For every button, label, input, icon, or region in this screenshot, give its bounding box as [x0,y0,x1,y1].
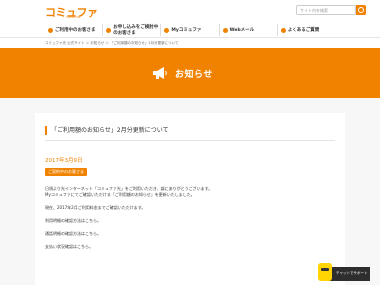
search-input[interactable]: サイト内を検索 [296,5,356,15]
nav-bullet-icon [164,27,170,33]
nav-bullet-icon [222,27,228,33]
nav-item-label: Webメール [229,28,255,33]
nav-item-prospective-customers[interactable]: お申し込みをご検討中のお客さま [103,24,162,36]
category-badge: ご契約中のお客さま [45,168,87,176]
nav-item-label: ご利用中のお客さま [55,28,96,33]
payment-status-link[interactable]: 支払い状況確認はこちら。 [45,244,315,250]
page-title: お知らせ [175,70,213,80]
nav-item-webmail[interactable]: Webメール [220,24,278,36]
nav-item-faq[interactable]: よくあるご質問 [278,24,335,36]
megaphone-icon [153,67,167,79]
nav-bullet-icon [280,27,286,33]
site-header: コミュファ commufa サイト内を検索 [0,0,380,22]
nav-item-my-commufa[interactable]: Myコミュファ [161,24,220,36]
nav-bullet-icon [48,27,53,33]
chatbot-icon[interactable] [318,263,332,281]
article-title: 「ご利用額のお知らせ」2月分更新について [45,126,169,135]
nav-item-current-customers[interactable]: ご利用中のお客さま [45,24,104,36]
title-divider [45,140,335,141]
nav-bullet-icon [106,27,112,33]
article-date: 2017年3月9日 [45,158,83,164]
global-nav: ご利用中のお客さま お申し込みをご検討中のお客さま Myコミュファ Webメール… [45,24,335,36]
nav-item-label: よくあるご質問 [287,28,320,33]
article-body: 日頃より光インターネット「コミュファ光」をご利用いただき、誠にありがとうございま… [45,186,315,250]
nav-item-label: Myコミュファ [171,28,202,33]
chat-label[interactable]: チャットでサポート [336,271,367,276]
breadcrumb[interactable]: コミュファ光 公式サイト ＞ お知らせ ＞ 「ご利用額のお知らせ」2月分更新につ… [45,41,179,46]
logo-subtext: commufa [66,15,81,19]
nav-item-label: お申し込みをご検討中のお客さま [113,25,159,36]
nav-divider [0,37,380,38]
search-icon[interactable] [356,5,366,15]
